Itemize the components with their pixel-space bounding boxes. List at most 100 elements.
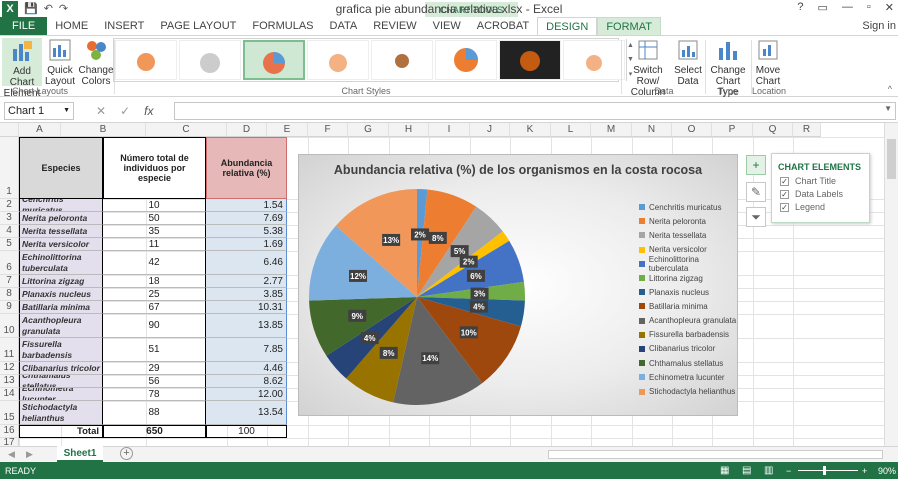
column-header-m[interactable]: M <box>591 123 632 137</box>
cancel-formula-icon[interactable]: ✕ <box>96 104 106 118</box>
count-cell[interactable]: 67 <box>103 301 206 314</box>
legend-entry[interactable]: Batillaria minima <box>639 299 737 313</box>
formula-input[interactable] <box>174 102 896 120</box>
percent-cell[interactable]: 3.85 <box>206 288 287 301</box>
total-count[interactable]: 650 <box>103 425 206 438</box>
data-label[interactable]: 6% <box>466 269 485 282</box>
percent-cell[interactable]: 4.46 <box>206 362 287 375</box>
horizontal-scrollbar[interactable] <box>548 450 883 459</box>
percent-cell[interactable]: 13.85 <box>206 314 287 338</box>
legend-toggle[interactable]: ✓ Legend <box>780 202 869 212</box>
legend-entry[interactable]: Littorina zigzag <box>639 271 737 285</box>
count-cell[interactable]: 11 <box>103 238 206 251</box>
count-cell[interactable]: 56 <box>103 375 206 388</box>
legend-entry[interactable]: Cenchritis muricatus <box>639 200 737 214</box>
data-label[interactable]: 2% <box>411 228 430 241</box>
column-header-h[interactable]: H <box>389 123 429 137</box>
column-header-j[interactable]: J <box>470 123 510 137</box>
restore-button[interactable]: ▫ <box>867 1 871 14</box>
percent-cell[interactable]: 2.77 <box>206 275 287 288</box>
count-cell[interactable]: 18 <box>103 275 206 288</box>
chart-style-5[interactable] <box>371 40 433 80</box>
row-header-2[interactable]: 2 <box>0 199 19 212</box>
chart-legend[interactable]: Cenchritis muricatus Nerita peloronta Neri… <box>639 200 737 399</box>
data-label[interactable]: 4% <box>360 332 379 345</box>
row-header-9[interactable]: 9 <box>0 301 19 314</box>
redo-icon[interactable]: ↷ <box>59 2 68 15</box>
percent-cell[interactable]: 10.31 <box>206 301 287 314</box>
new-sheet-icon[interactable]: + <box>120 447 133 460</box>
count-cell[interactable]: 25 <box>103 288 206 301</box>
pie-chart[interactable]: Abundancia relativa (%) de los organismo… <box>298 154 738 416</box>
chart-style-4[interactable] <box>307 40 369 80</box>
data-labels-toggle[interactable]: ✓ Data Labels <box>780 189 869 199</box>
chart-style-2[interactable] <box>179 40 241 80</box>
species-cell[interactable]: Nerita versicolor <box>19 238 103 251</box>
column-header-n[interactable]: N <box>632 123 672 137</box>
select-data-button[interactable]: Select Data <box>674 38 702 87</box>
data-label[interactable]: 5% <box>450 245 469 258</box>
enter-formula-icon[interactable]: ✓ <box>120 104 130 118</box>
vertical-scrollbar[interactable] <box>884 123 898 446</box>
tab-acrobat[interactable]: ACROBAT <box>469 17 537 35</box>
percent-cell[interactable]: 7.85 <box>206 338 287 362</box>
column-header-r[interactable]: R <box>793 123 821 137</box>
species-cell[interactable]: Fissurella barbadensis <box>19 338 103 362</box>
count-cell[interactable]: 29 <box>103 362 206 375</box>
total-label[interactable]: Total <box>19 425 103 438</box>
count-cell[interactable]: 35 <box>103 225 206 238</box>
prev-sheet-icon[interactable]: ◀ <box>8 449 15 460</box>
column-header-d[interactable]: D <box>227 123 267 137</box>
column-header-p[interactable]: P <box>712 123 753 137</box>
move-chart-button[interactable]: Move Chart <box>754 38 782 87</box>
column-header-i[interactable]: I <box>429 123 470 137</box>
column-header-g[interactable]: G <box>348 123 389 137</box>
column-header-l[interactable]: L <box>551 123 591 137</box>
ribbon-display-button[interactable]: ▭ <box>817 1 827 14</box>
tab-insert[interactable]: INSERT <box>96 17 152 35</box>
legend-entry[interactable]: Stichodactyla helianthus <box>639 384 737 398</box>
data-label[interactable]: 10% <box>459 326 478 339</box>
legend-entry[interactable]: Clibanarius tricolor <box>639 342 737 356</box>
species-cell[interactable]: Chthamalus stellatus <box>19 375 103 388</box>
zoom-slider-thumb[interactable] <box>823 466 826 475</box>
zoom-out-button[interactable]: − <box>786 466 791 476</box>
close-button[interactable]: ✕ <box>885 1 894 14</box>
percent-cell[interactable]: 7.69 <box>206 212 287 225</box>
select-all-corner[interactable] <box>0 123 19 137</box>
tab-design[interactable]: DESIGN <box>537 17 598 35</box>
species-cell[interactable]: Planaxis nucleus <box>19 288 103 301</box>
chart-style-3[interactable] <box>243 40 305 80</box>
row-header-5[interactable]: 5 <box>0 238 19 251</box>
tab-home[interactable]: HOME <box>47 17 96 35</box>
count-cell[interactable]: 10 <box>103 199 206 212</box>
legend-entry[interactable]: Nerita peloronta <box>639 214 737 228</box>
chart-styles-brush-icon[interactable]: ✎ <box>746 182 766 202</box>
collapse-ribbon-icon[interactable]: ^ <box>888 84 892 94</box>
percent-cell[interactable]: 5.38 <box>206 225 287 238</box>
row-header-13[interactable]: 13 <box>0 375 19 388</box>
species-cell[interactable]: Cenchritis muricatus <box>19 199 103 212</box>
percent-cell[interactable]: 13.54 <box>206 401 287 425</box>
species-cell[interactable]: Batillaria minima <box>19 301 103 314</box>
data-label[interactable]: 4% <box>469 300 488 313</box>
data-label[interactable]: 14% <box>421 352 440 365</box>
row-header-12[interactable]: 12 <box>0 362 19 375</box>
chart-style-8[interactable] <box>563 40 625 80</box>
next-sheet-icon[interactable]: ▶ <box>26 449 33 460</box>
species-cell[interactable]: Clibanarius tricolor <box>19 362 103 375</box>
species-cell[interactable]: Littorina zigzag <box>19 275 103 288</box>
tab-data[interactable]: DATA <box>322 17 366 35</box>
tab-formulas[interactable]: FORMULAS <box>244 17 321 35</box>
tab-page-layout[interactable]: PAGE LAYOUT <box>152 17 244 35</box>
quick-layout-button[interactable]: Quick Layout <box>44 38 76 87</box>
column-header-f[interactable]: F <box>308 123 348 137</box>
legend-entry[interactable]: Nerita tessellata <box>639 228 737 242</box>
row-header-7[interactable]: 7 <box>0 275 19 288</box>
vertical-scroll-thumb[interactable] <box>887 139 896 179</box>
add-chart-element-button[interactable]: Add Chart Element <box>2 38 42 99</box>
insert-function-icon[interactable]: fx <box>144 104 153 118</box>
legend-entry[interactable]: Planaxis nucleus <box>639 285 737 299</box>
data-label[interactable]: 8% <box>379 346 398 359</box>
species-cell[interactable]: Echinometra lucunter <box>19 388 103 401</box>
